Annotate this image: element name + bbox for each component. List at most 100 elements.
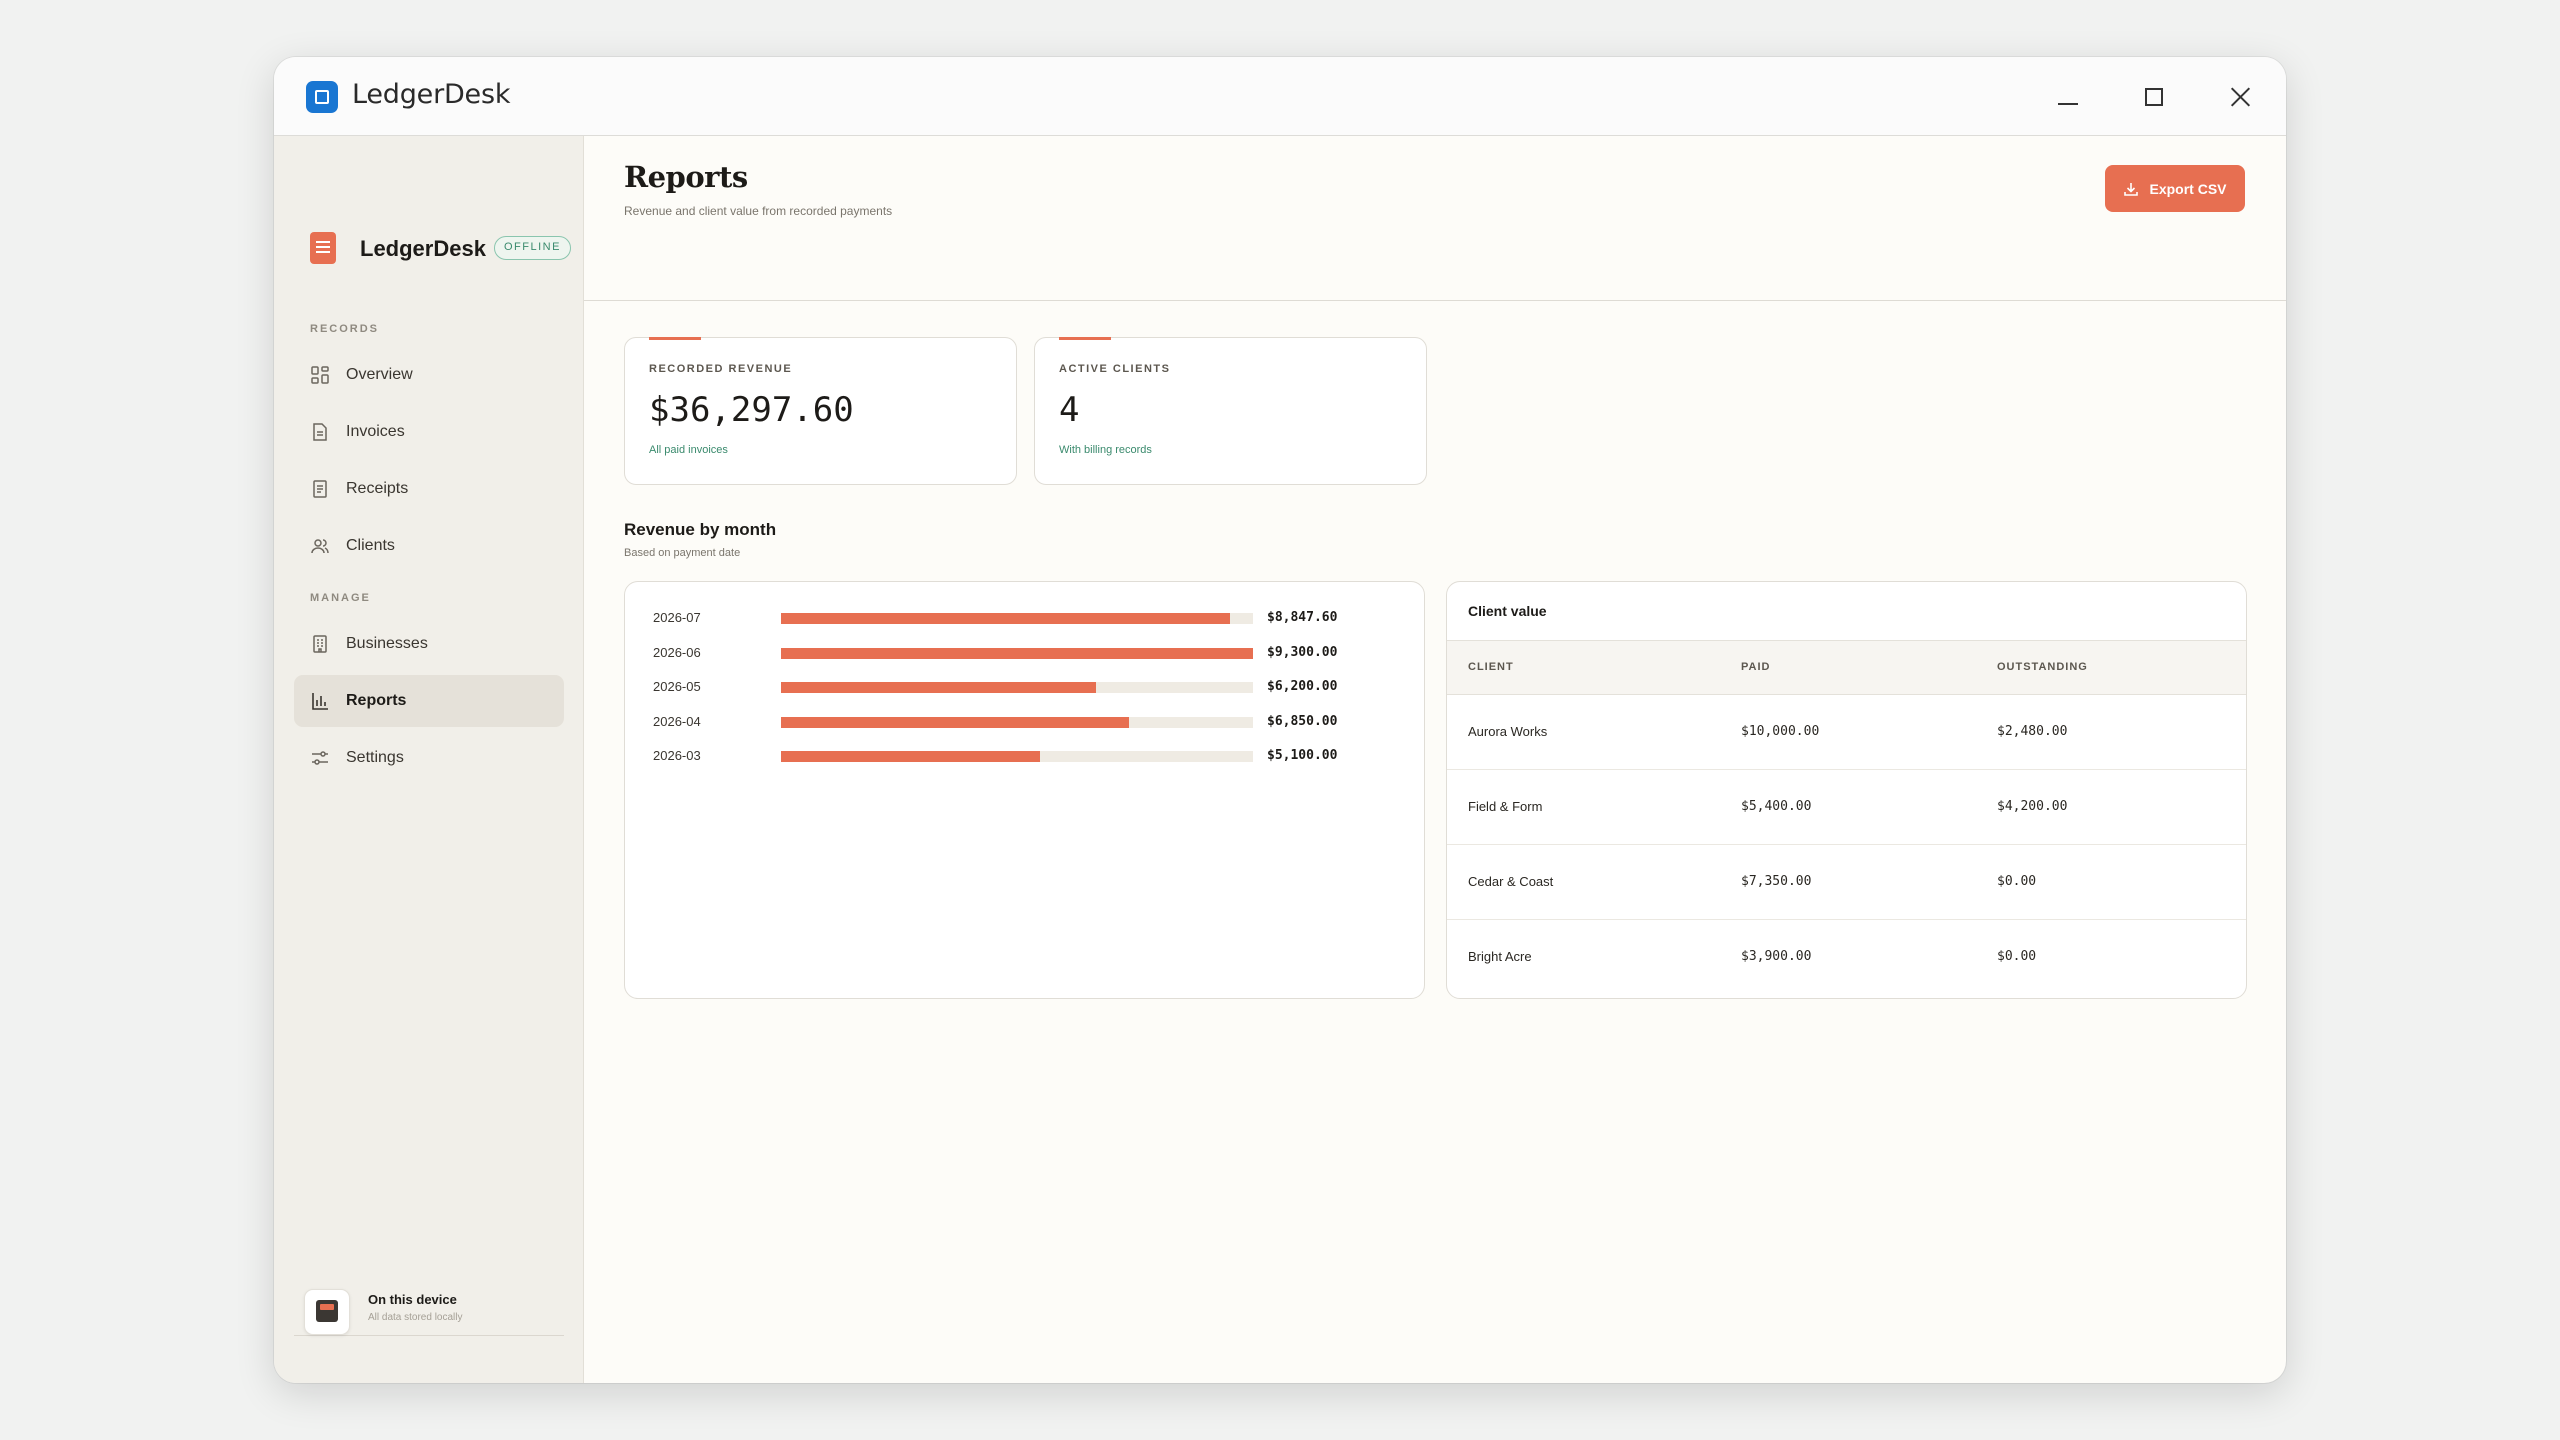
sidebar: LedgerDesk OFFLINE RECORDS Overview Invo… xyxy=(274,136,584,1383)
stat-note: All paid invoices xyxy=(649,444,728,456)
revenue-chart: 2026-07 $8,847.60 2026-06 $9,300.00 2026-05 $… xyxy=(624,581,1425,999)
sidebar-divider xyxy=(294,1335,564,1336)
users-icon xyxy=(310,536,330,556)
header-divider xyxy=(584,300,2286,301)
maximize-button[interactable] xyxy=(2134,77,2174,117)
building-icon xyxy=(310,634,330,654)
table-header: CLIENT PAID OUTSTANDING xyxy=(1447,640,2246,695)
grid-icon xyxy=(310,365,330,385)
stat-value: 4 xyxy=(1059,390,1080,430)
table-row[interactable]: Bright Acre $3,900.00 $0.00 xyxy=(1447,920,2246,995)
client-name: Field & Form xyxy=(1468,799,1543,814)
column-header-outstanding: OUTSTANDING xyxy=(1997,661,2088,673)
bar xyxy=(781,751,1040,762)
sidebar-item-reports[interactable]: Reports xyxy=(294,675,564,727)
outstanding-amount: $4,200.00 xyxy=(1997,799,2068,814)
device-title: On this device xyxy=(368,1292,457,1307)
bar-track xyxy=(781,682,1253,693)
bar-track xyxy=(781,647,1253,659)
stat-label: RECORDED REVENUE xyxy=(649,363,793,375)
sidebar-item-receipts[interactable]: Receipts xyxy=(294,463,564,515)
client-name: Cedar & Coast xyxy=(1468,874,1554,889)
sidebar-item-invoices[interactable]: Invoices xyxy=(294,406,564,458)
export-csv-button[interactable]: Export CSV xyxy=(2105,165,2245,212)
main-content: Reports Revenue and client value from re… xyxy=(584,136,2286,1383)
sidebar-item-label: Reports xyxy=(346,692,407,709)
bar xyxy=(781,647,1253,659)
bar-category-label: 2026-03 xyxy=(653,748,701,763)
bar-track xyxy=(781,716,1253,728)
sidebar-item-label: Overview xyxy=(346,366,413,383)
table-row[interactable]: Cedar & Coast $7,350.00 $0.00 xyxy=(1447,845,2246,920)
bar-value-label: $6,850.00 xyxy=(1267,713,1338,729)
sliders-icon xyxy=(310,748,330,768)
stat-accent xyxy=(1059,337,1111,340)
paid-amount: $10,000.00 xyxy=(1741,724,1820,739)
section-label-records: RECORDS xyxy=(310,323,380,335)
client-name: Bright Acre xyxy=(1468,949,1532,964)
column-header-paid: PAID xyxy=(1741,661,1771,673)
minimize-button[interactable] xyxy=(2048,77,2088,117)
outstanding-amount: $0.00 xyxy=(1997,949,2037,964)
bar-row: 2026-06 $9,300.00 xyxy=(625,643,1424,663)
page-subtitle: Revenue and client value from recorded p… xyxy=(624,204,893,218)
bar-row: 2026-03 $5,100.00 xyxy=(625,746,1424,766)
offline-badge: OFFLINE xyxy=(494,236,571,260)
table-row[interactable]: Aurora Works $10,000.00 $2,480.00 xyxy=(1447,695,2246,770)
bar-chart-icon xyxy=(310,691,330,711)
stat-note: With billing records xyxy=(1059,444,1152,456)
outstanding-amount: $0.00 xyxy=(1997,874,2037,889)
paid-amount: $5,400.00 xyxy=(1741,799,1812,814)
paid-amount: $7,350.00 xyxy=(1741,874,1812,889)
client-value-table: Client value CLIENT PAID OUTSTANDING Aur… xyxy=(1446,581,2247,999)
ledger-logo-icon xyxy=(310,232,336,264)
brand-name: LedgerDesk xyxy=(360,236,486,261)
bar xyxy=(781,613,1231,624)
bar-value-label: $6,200.00 xyxy=(1267,679,1338,694)
sidebar-item-label: Clients xyxy=(346,537,395,554)
bar-category-label: 2026-04 xyxy=(653,713,701,729)
receipt-icon xyxy=(310,479,330,499)
bar-value-label: $9,300.00 xyxy=(1267,644,1338,660)
stat-label: ACTIVE CLIENTS xyxy=(1059,363,1171,375)
app-window: LedgerDesk LedgerDesk OFFLINE RECORDS Ov… xyxy=(274,57,2286,1383)
document-icon xyxy=(310,422,330,442)
bar-track xyxy=(781,613,1253,624)
section-label-manage: MANAGE xyxy=(310,592,371,604)
close-button[interactable] xyxy=(2220,77,2260,117)
bar-category-label: 2026-06 xyxy=(653,644,701,660)
bar-value-label: $8,847.60 xyxy=(1267,610,1338,625)
revenue-section-title: Revenue by month xyxy=(624,520,777,539)
sidebar-item-label: Settings xyxy=(346,749,404,766)
sidebar-item-overview[interactable]: Overview xyxy=(294,349,564,401)
app-icon xyxy=(306,81,338,113)
sidebar-item-label: Businesses xyxy=(346,635,428,652)
outstanding-amount: $2,480.00 xyxy=(1997,724,2068,739)
column-header-client: CLIENT xyxy=(1468,661,1514,673)
stat-card-clients: ACTIVE CLIENTS 4 With billing records xyxy=(1034,337,1427,485)
bar-row: 2026-07 $8,847.60 xyxy=(625,608,1424,628)
stat-card-revenue: RECORDED REVENUE $36,297.60 All paid inv… xyxy=(624,337,1017,485)
title-bar: LedgerDesk xyxy=(274,57,2286,136)
printer-icon xyxy=(304,1289,350,1335)
stat-value: $36,297.60 xyxy=(649,390,854,430)
download-icon xyxy=(2123,181,2139,197)
bar xyxy=(781,716,1129,728)
bar-track xyxy=(781,751,1253,762)
stat-accent xyxy=(649,337,701,340)
bar xyxy=(781,682,1096,693)
sidebar-item-clients[interactable]: Clients xyxy=(294,520,564,572)
sidebar-item-label: Receipts xyxy=(346,480,409,497)
sidebar-item-settings[interactable]: Settings xyxy=(294,732,564,784)
bar-category-label: 2026-07 xyxy=(653,610,701,625)
device-subtitle: All data stored locally xyxy=(368,1312,463,1323)
paid-amount: $3,900.00 xyxy=(1741,949,1812,964)
table-row[interactable]: Field & Form $5,400.00 $4,200.00 xyxy=(1447,770,2246,845)
page-title: Reports xyxy=(624,160,748,194)
table-title: Client value xyxy=(1468,603,1547,619)
bar-row: 2026-04 $6,850.00 xyxy=(625,712,1424,732)
sidebar-item-businesses[interactable]: Businesses xyxy=(294,618,564,670)
bar-value-label: $5,100.00 xyxy=(1267,748,1338,763)
client-name: Aurora Works xyxy=(1468,724,1548,739)
export-csv-label: Export CSV xyxy=(2149,180,2227,197)
